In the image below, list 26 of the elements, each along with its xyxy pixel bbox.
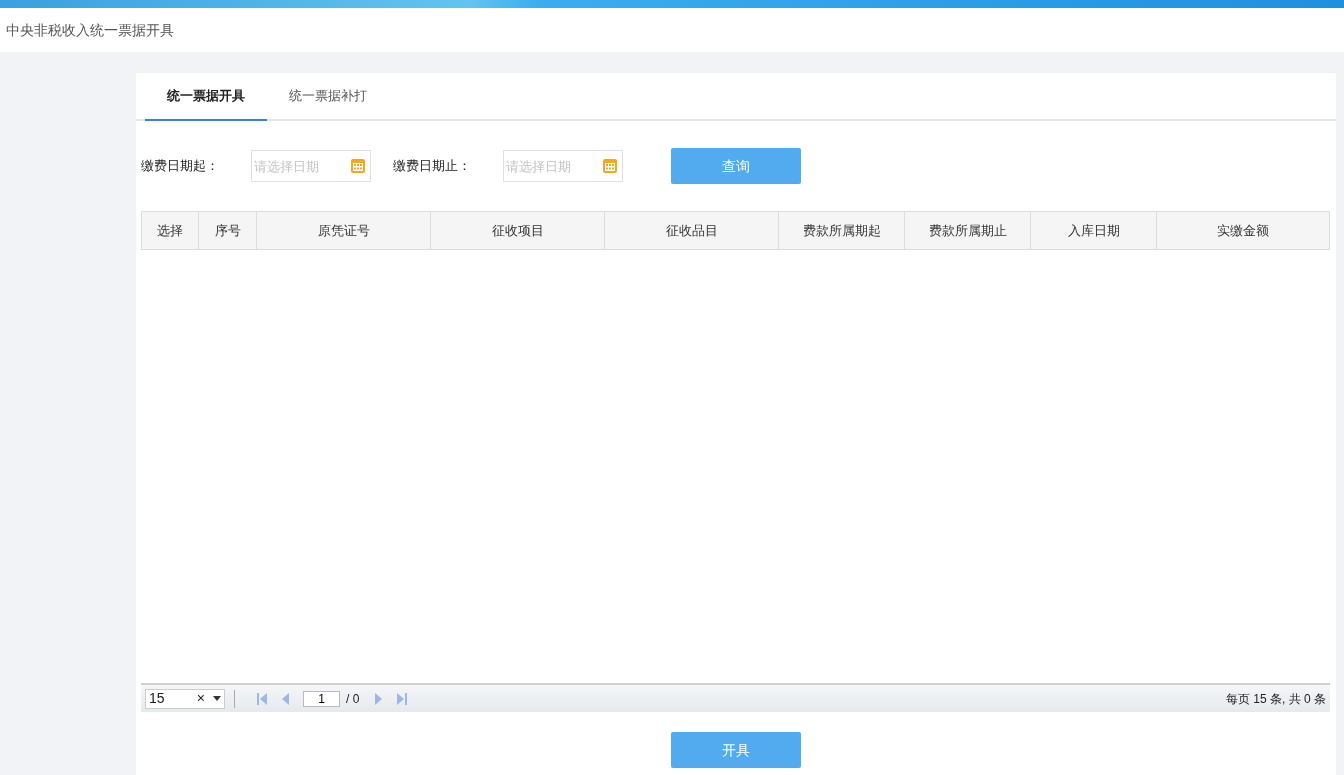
date-label: 缴费日期起： — [141, 157, 220, 176]
column-header: 入库日期 — [1030, 211, 1157, 250]
date-label: 缴费日期止： — [393, 157, 472, 176]
clear-icon[interactable]: × — [196, 688, 205, 709]
next-page-icon — [374, 692, 383, 705]
column-header: 征收项目 — [430, 211, 605, 250]
tab[interactable]: 统一票据开具 — [145, 73, 267, 121]
column-header: 选择 — [141, 211, 199, 250]
first-page-icon — [256, 692, 268, 705]
tab[interactable]: 统一票据补打 — [267, 73, 389, 121]
pager-summary: 每页 15 条, 共 0 条 — [1225, 690, 1326, 708]
column-header: 征收品目 — [604, 211, 779, 250]
calendar-icon — [602, 158, 618, 174]
column-header: 原凭证号 — [256, 211, 431, 250]
last-page-icon — [396, 692, 409, 705]
page-number-field[interactable]: 1 — [303, 690, 340, 707]
previous-page-icon — [282, 692, 290, 705]
calendar-icon — [350, 158, 366, 174]
column-header: 费款所属期起 — [778, 211, 905, 250]
column-header: 费款所属期止 — [904, 211, 1031, 250]
page-title: 中央非税收入统一票据开具 — [6, 20, 174, 40]
page-size-select[interactable]: 15 × — [145, 688, 225, 709]
caret-icon — [213, 696, 221, 701]
total-pages: / 0 — [346, 690, 360, 708]
column-header: 序号 — [198, 211, 257, 250]
column-header: 实缴金额 — [1156, 211, 1330, 250]
